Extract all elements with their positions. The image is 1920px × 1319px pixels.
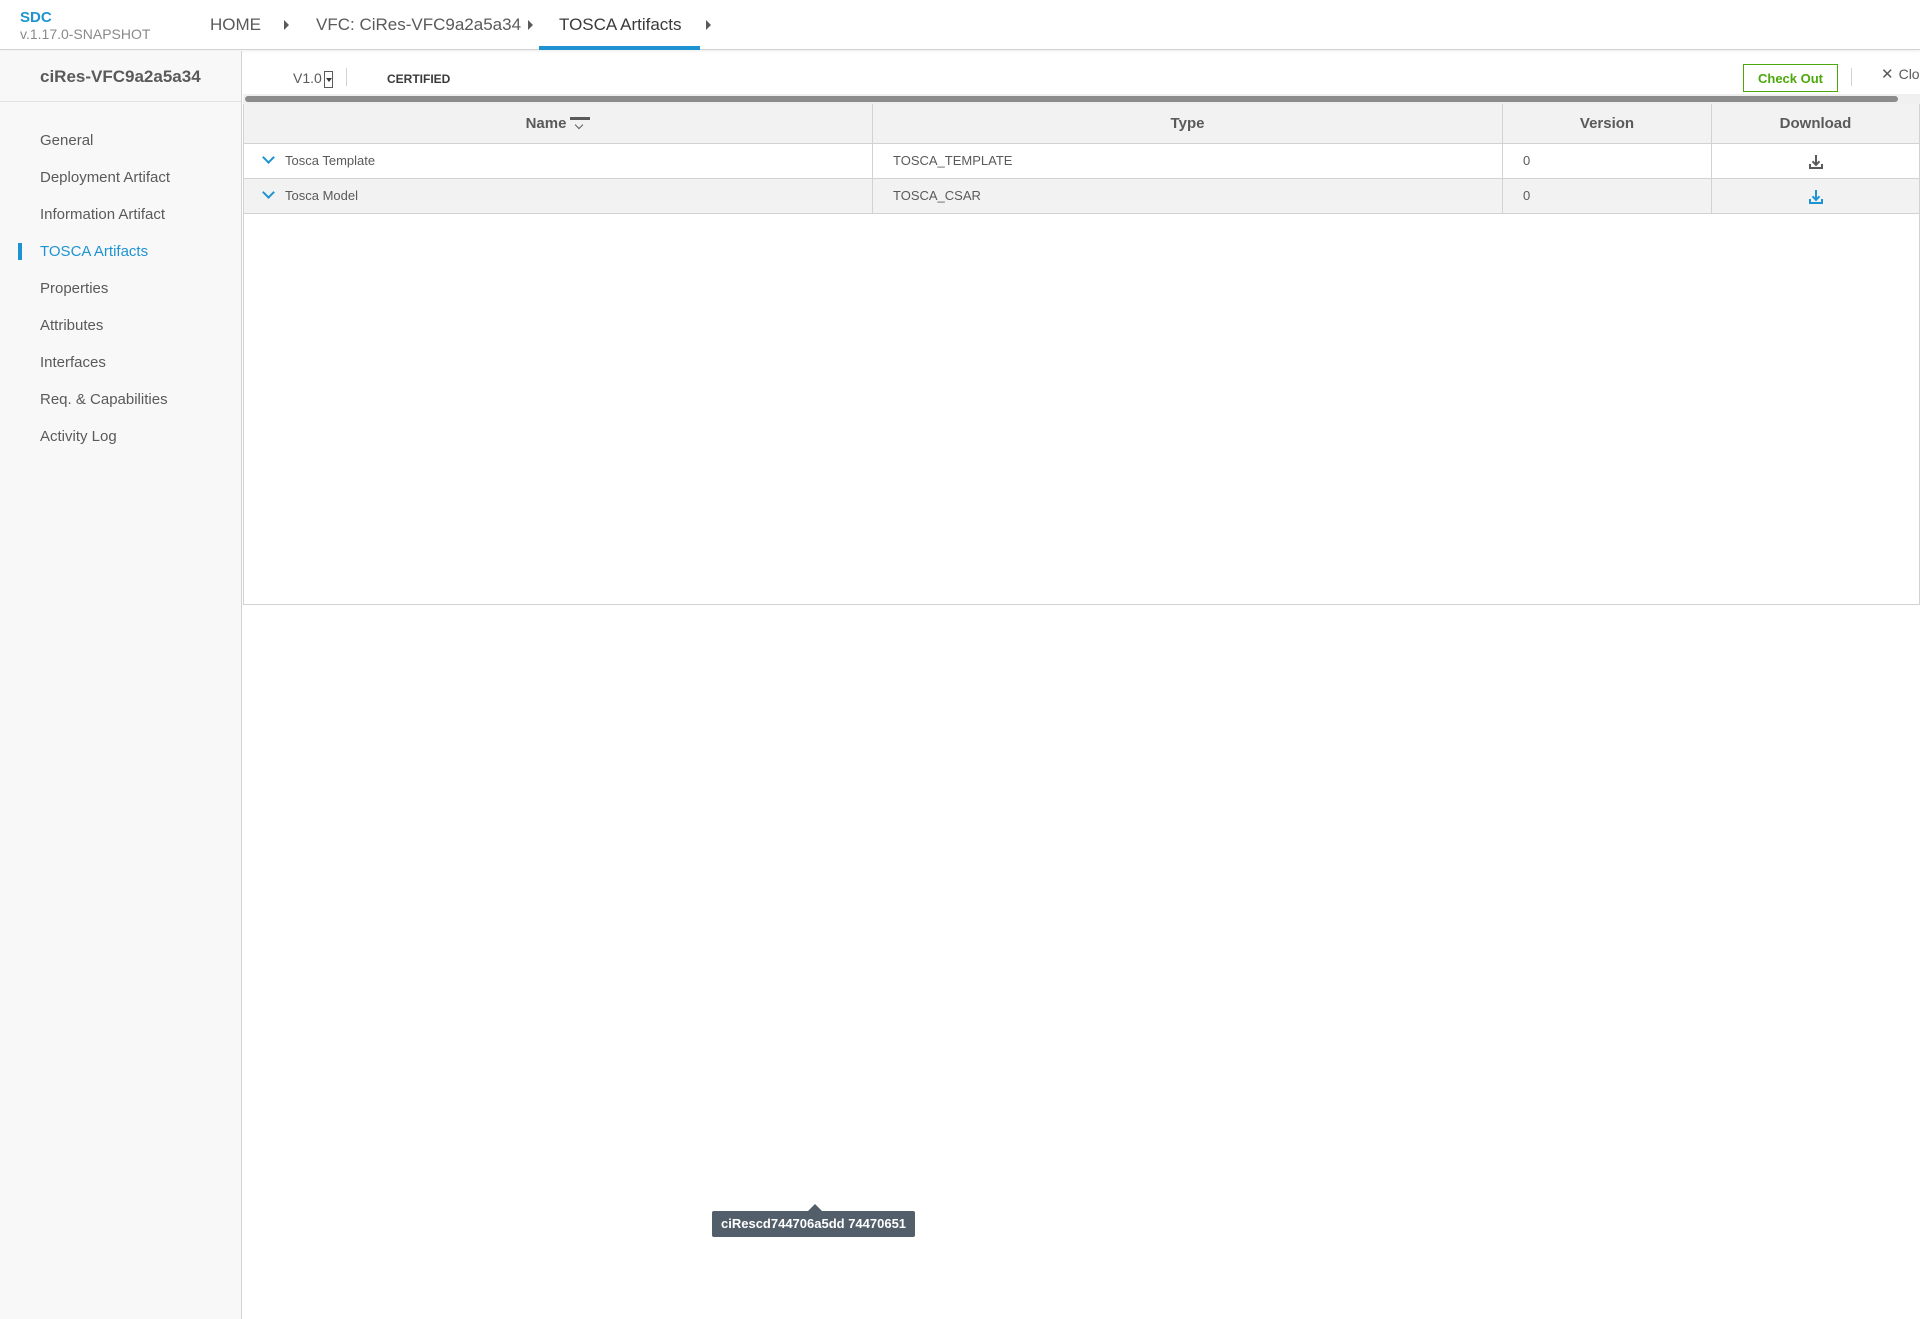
download-icon[interactable] — [1808, 189, 1823, 204]
sidebar-item-properties[interactable]: Properties — [0, 270, 241, 307]
breadcrumb-separator-icon — [528, 20, 533, 30]
cell-type: TOSCA_CSAR — [873, 179, 1503, 214]
tooltip: ciRescd744706a5dd 74470651 — [712, 1204, 916, 1237]
breadcrumb-active-indicator — [539, 46, 700, 50]
sidebar-item-activity-log[interactable]: Activity Log — [0, 418, 241, 455]
sidebar-item-interfaces[interactable]: Interfaces — [0, 344, 241, 381]
sidebar-item-information-artifact[interactable]: Information Artifact — [0, 196, 241, 233]
cell-version: 0 — [1503, 144, 1712, 179]
toolbar-divider — [1851, 68, 1852, 86]
column-header-name[interactable]: Name — [244, 104, 873, 144]
top-header: SDC v.1.17.0-SNAPSHOT HOME VFC: CiRes-VF… — [0, 0, 1920, 50]
workspace-toolbar: V1.0 CERTIFIED Check Out ✕Close — [243, 51, 1920, 94]
sidebar-item-general[interactable]: General — [0, 122, 241, 159]
horizontal-scrollbar[interactable] — [243, 94, 1920, 104]
sidebar-item-req-capabilities[interactable]: Req. & Capabilities — [0, 381, 241, 418]
table-row[interactable]: Tosca Model TOSCA_CSAR 0 — [244, 179, 1919, 214]
toolbar-divider — [346, 68, 347, 86]
chevron-down-icon[interactable] — [262, 186, 275, 199]
sidebar-title: ciRes-VFC9a2a5a34 — [0, 51, 241, 102]
chevron-down-icon[interactable] — [323, 70, 333, 88]
column-header-download: Download — [1779, 115, 1852, 132]
version-selector[interactable]: V1.0 — [293, 70, 333, 88]
close-button[interactable]: ✕Close — [1881, 65, 1920, 89]
breadcrumb-vfc[interactable]: VFC: CiRes-VFC9a2a5a34 — [316, 0, 521, 50]
sidebar-nav: General Deployment Artifact Information … — [0, 102, 241, 455]
breadcrumb-tosca-artifacts[interactable]: TOSCA Artifacts — [559, 0, 682, 50]
breadcrumb-dropdown-icon[interactable] — [706, 20, 711, 30]
table-header: Name Type Version Download — [244, 104, 1919, 144]
column-header-version[interactable]: Version — [1503, 104, 1712, 144]
download-icon[interactable] — [1808, 154, 1823, 169]
cell-download — [1712, 179, 1919, 214]
lifecycle-status: CERTIFIED — [387, 72, 451, 86]
brand[interactable]: SDC v.1.17.0-SNAPSHOT — [20, 9, 150, 43]
brand-name: SDC — [20, 9, 52, 26]
chevron-down-icon[interactable] — [262, 151, 275, 164]
close-label: Close — [1898, 66, 1920, 82]
breadcrumb-separator-icon — [284, 20, 289, 30]
scrollbar-thumb[interactable] — [245, 96, 1898, 102]
version-value: V1.0 — [293, 70, 322, 86]
cell-name: Tosca Model — [244, 179, 873, 214]
cell-name: Tosca Template — [244, 144, 873, 179]
main-content: V1.0 CERTIFIED Check Out ✕Close Name Typ… — [243, 51, 1920, 1319]
table-row[interactable]: Tosca Template TOSCA_TEMPLATE 0 — [244, 144, 1919, 179]
sidebar-item-attributes[interactable]: Attributes — [0, 307, 241, 344]
left-sidebar: ciRes-VFC9a2a5a34 General Deployment Art… — [0, 51, 242, 1319]
sidebar-item-tosca-artifacts[interactable]: TOSCA Artifacts — [0, 233, 241, 270]
cell-type: TOSCA_TEMPLATE — [873, 144, 1503, 179]
brand-version: v.1.17.0-SNAPSHOT — [20, 26, 151, 42]
cell-version: 0 — [1503, 179, 1712, 214]
close-icon: ✕ — [1881, 66, 1894, 83]
artifacts-table: Name Type Version Download Tosca Templat… — [243, 104, 1920, 605]
check-out-button[interactable]: Check Out — [1743, 64, 1838, 92]
sort-icon[interactable] — [570, 117, 591, 131]
breadcrumb-home[interactable]: HOME — [210, 0, 261, 50]
cell-download — [1712, 144, 1919, 179]
sidebar-item-deployment-artifact[interactable]: Deployment Artifact — [0, 159, 241, 196]
column-header-type[interactable]: Type — [873, 104, 1503, 144]
